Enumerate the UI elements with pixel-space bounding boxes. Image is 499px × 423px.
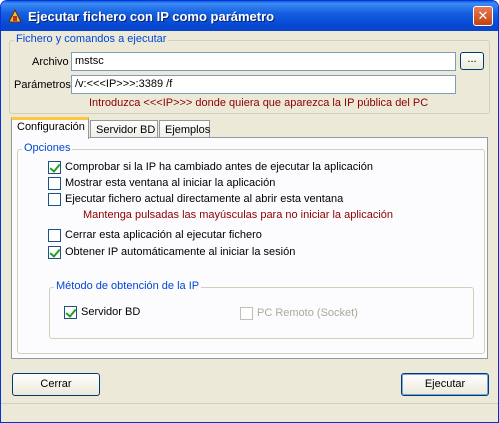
title-bar[interactable]: Ejecutar fichero con IP como parámetro ✕: [1, 1, 498, 31]
option-label-ip-changed: Comprobar si la IP ha cambiado antes de …: [65, 161, 373, 173]
archivo-label: Archivo: [32, 56, 69, 68]
option-check-ip-changed[interactable]: [48, 161, 61, 174]
method-check-pc-remoto[interactable]: [240, 307, 253, 320]
method-label-pc-remoto: PC Remoto (Socket): [257, 307, 358, 319]
browse-button[interactable]: ...: [460, 52, 484, 70]
file-group-legend: Fichero y comandos a ejecutar: [14, 33, 169, 45]
close-button[interactable]: ✕: [473, 6, 493, 26]
options-legend: Opciones: [22, 142, 73, 154]
cerrar-button[interactable]: Cerrar: [12, 373, 100, 396]
dialog-window: Ejecutar fichero con IP como parámetro ✕…: [0, 0, 499, 423]
status-bar: [1, 403, 498, 422]
option-check-execute-on-open[interactable]: [48, 193, 61, 206]
tab-configuracion[interactable]: Configuración: [11, 117, 89, 139]
option-check-auto-ip[interactable]: [48, 246, 61, 259]
method-label-servidor-bd: Servidor BD: [81, 306, 141, 318]
archivo-input[interactable]: mstsc: [71, 52, 456, 71]
option-label-auto-ip: Obtener IP automáticamente al iniciar la…: [65, 246, 296, 258]
option-check-show-window[interactable]: [48, 177, 61, 190]
app-icon: [8, 8, 22, 23]
parametros-label: Parámetros: [14, 79, 71, 91]
ejecutar-button[interactable]: Ejecutar: [401, 373, 489, 396]
option-label-close-on-execute: Cerrar esta aplicación al ejecutar fiche…: [65, 229, 262, 241]
window-title: Ejecutar fichero con IP como parámetro: [28, 9, 275, 24]
option-check-close-on-execute[interactable]: [48, 229, 61, 242]
method-check-servidor-bd[interactable]: [64, 306, 77, 319]
method-legend: Método de obtención de la IP: [54, 280, 202, 292]
parametros-input[interactable]: /v:<<<IP>>>:3389 /f: [71, 75, 456, 94]
option-label-show-window: Mostrar esta ventana al iniciar la aplic…: [65, 177, 276, 189]
shift-hint-text: Mantenga pulsadas las mayúsculas para no…: [83, 209, 394, 221]
option-label-execute-on-open: Ejecutar fichero actual directamente al …: [65, 193, 344, 205]
ip-hint-text: Introduzca <<<IP>>> donde quiera que apa…: [89, 97, 429, 109]
